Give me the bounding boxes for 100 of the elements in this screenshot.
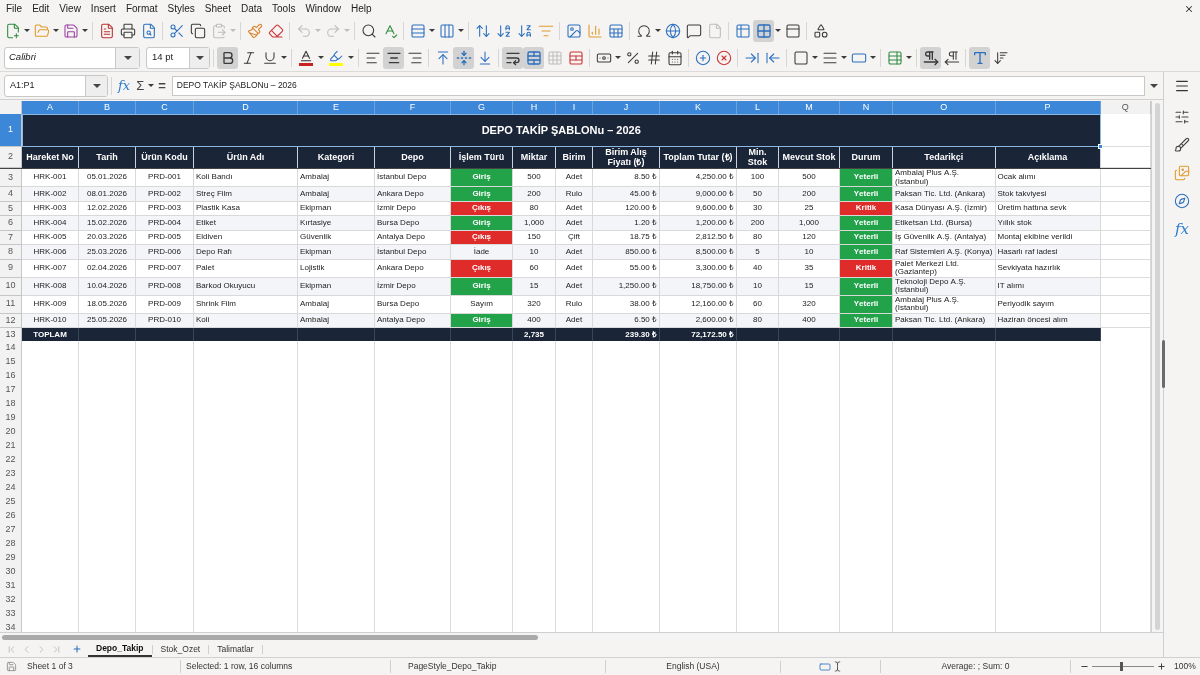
paintbrush-icon[interactable]	[246, 22, 263, 39]
row-header[interactable]: 14	[0, 341, 22, 356]
menu-item[interactable]: Data	[235, 2, 268, 15]
row-header[interactable]: 26	[0, 509, 22, 524]
row-header[interactable]: 31	[0, 579, 22, 594]
sheet-tab[interactable]: Talimatlar	[209, 641, 262, 657]
sheet-tab[interactable]: Stok_Ozet	[152, 641, 209, 657]
column-header[interactable]: M	[779, 101, 840, 116]
dropdown-button[interactable]	[189, 47, 209, 68]
fill-handle[interactable]	[1098, 144, 1103, 149]
scissors-icon[interactable]	[168, 22, 185, 39]
text-horizontal-button[interactable]	[969, 46, 990, 69]
vertical-scrollbar[interactable]	[1151, 101, 1163, 632]
formula-input[interactable]: DEPO TAKİP ŞABLONu – 2026	[171, 75, 1145, 96]
omega-icon[interactable]	[635, 22, 652, 39]
menu-icon[interactable]	[1174, 78, 1190, 94]
panel-icon[interactable]	[784, 22, 801, 39]
menu-item[interactable]: View	[54, 2, 86, 15]
font-name-field[interactable]: Calibri	[4, 46, 140, 69]
row-header[interactable]: 19	[0, 411, 22, 426]
zoom-in-icon[interactable]	[1157, 662, 1166, 671]
menu-item[interactable]: Format	[120, 2, 163, 15]
document-icon[interactable]	[98, 22, 115, 39]
row-header[interactable]: 15	[0, 355, 22, 370]
copy-icon[interactable]	[189, 22, 206, 39]
align-center-button[interactable]	[383, 46, 404, 69]
row-header[interactable]: 4	[0, 187, 22, 202]
row-header[interactable]: 25	[0, 495, 22, 510]
column-header[interactable]: N	[840, 101, 893, 116]
document-magnifier-icon[interactable]	[140, 22, 157, 39]
row-header[interactable]: 13	[0, 328, 22, 343]
sort-a-z-icon[interactable]	[495, 22, 512, 39]
sort-z-a-icon[interactable]	[516, 22, 533, 39]
table-icon[interactable]	[734, 22, 751, 39]
font-size-field[interactable]: 14 pt	[146, 46, 210, 69]
caret-icon[interactable]	[318, 56, 324, 59]
slider-thumb[interactable]	[1120, 662, 1124, 671]
menu-item[interactable]: Styles	[162, 2, 200, 15]
row-header[interactable]: 33	[0, 607, 22, 622]
highlighter-icon[interactable]	[328, 48, 344, 67]
globe-icon[interactable]	[664, 22, 681, 39]
caret-icon[interactable]	[458, 29, 464, 32]
align-middle-button[interactable]	[453, 46, 474, 69]
sidebar-grip[interactable]	[1162, 340, 1165, 388]
column-header[interactable]: C	[136, 101, 194, 116]
caret-icon[interactable]	[348, 56, 354, 59]
row-header[interactable]: 27	[0, 523, 22, 538]
select-all-button[interactable]	[0, 101, 22, 116]
caret-icon[interactable]	[906, 56, 912, 59]
row-header[interactable]: 8	[0, 245, 22, 260]
circle-x-icon[interactable]	[715, 49, 732, 66]
column-header[interactable]: O	[893, 101, 996, 116]
row-header[interactable]: 32	[0, 593, 22, 608]
sliders-icon[interactable]	[1174, 109, 1190, 125]
row-header[interactable]: 2	[0, 147, 22, 168]
caret-icon[interactable]	[655, 29, 661, 32]
row-header[interactable]: 16	[0, 369, 22, 384]
wrap-text-button[interactable]	[502, 46, 523, 69]
column-header[interactable]: Q	[1100, 101, 1151, 116]
caret-icon[interactable]	[775, 29, 781, 32]
horizontal-scrollbar[interactable]	[0, 632, 1163, 641]
column-header[interactable]: A	[22, 101, 79, 116]
row-header[interactable]: 28	[0, 537, 22, 552]
bold-button[interactable]	[217, 46, 238, 69]
menu-item[interactable]: Sheet	[199, 2, 236, 15]
caret-icon[interactable]	[281, 56, 287, 59]
column-header[interactable]: K	[660, 101, 737, 116]
eraser-icon[interactable]	[267, 22, 284, 39]
column-header[interactable]: E	[298, 101, 375, 116]
column-header[interactable]: D	[194, 101, 298, 116]
row-header[interactable]: 21	[0, 439, 22, 454]
row-header[interactable]: 1	[0, 114, 22, 147]
column-header[interactable]: H	[513, 101, 556, 116]
dropdown-button[interactable]	[85, 75, 107, 96]
menu-item[interactable]: Edit	[27, 2, 55, 15]
menu-item[interactable]: Window	[300, 2, 346, 15]
column-header[interactable]: P	[995, 101, 1101, 116]
column-header[interactable]: F	[375, 101, 451, 116]
row-header[interactable]: 3	[0, 169, 22, 187]
percent-icon[interactable]	[624, 49, 641, 66]
left-to-right-button[interactable]	[920, 46, 941, 69]
plus-icon[interactable]	[72, 644, 82, 654]
calendar-icon[interactable]	[666, 49, 683, 66]
menu-item[interactable]: File	[1, 2, 28, 15]
spreadsheet-icon[interactable]	[607, 22, 624, 39]
close-icon[interactable]	[1184, 3, 1194, 14]
brush-icon[interactable]	[1174, 137, 1190, 153]
merge-center-button[interactable]	[523, 46, 544, 69]
row-header[interactable]: 29	[0, 551, 22, 566]
freeze-button[interactable]	[753, 19, 774, 42]
hash-icon[interactable]	[645, 49, 662, 66]
formula-button[interactable]: =	[155, 78, 169, 93]
sheet-tab[interactable]: Depo_Takip	[88, 641, 152, 657]
speech-bubble-icon[interactable]	[685, 22, 702, 39]
search-icon[interactable]	[360, 22, 377, 39]
row-header[interactable]: 20	[0, 425, 22, 440]
printer-icon[interactable]	[119, 22, 136, 39]
functions-button[interactable]: fx	[1175, 221, 1189, 237]
row-header[interactable]: 6	[0, 216, 22, 231]
row-header[interactable]: 30	[0, 565, 22, 580]
